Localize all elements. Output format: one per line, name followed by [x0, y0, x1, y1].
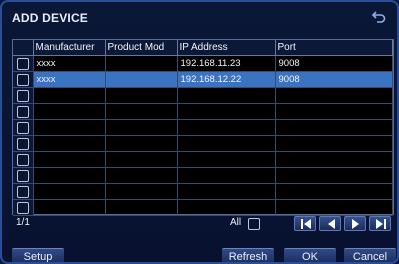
row-checkbox[interactable] [16, 201, 29, 214]
table-row[interactable] [13, 151, 393, 168]
row-checkbox[interactable] [16, 73, 29, 86]
row-checkbox[interactable] [16, 57, 29, 70]
ok-button[interactable]: OK [284, 248, 336, 262]
port-cell: 9008 [275, 71, 393, 88]
product-model-cell [105, 55, 178, 72]
select-all-checkbox[interactable] [248, 218, 260, 230]
return-icon[interactable] [371, 9, 387, 25]
cancel-button[interactable]: Cancel [344, 248, 396, 262]
table-header-row: Manufacturer Product Mod IP Address Port [13, 40, 393, 56]
row-checkbox[interactable] [16, 121, 29, 134]
product-model-cell [105, 71, 178, 88]
last-page-icon[interactable] [369, 216, 391, 231]
row-checkbox[interactable] [16, 153, 29, 166]
table-row[interactable] [13, 103, 393, 120]
prev-page-icon[interactable] [319, 216, 341, 231]
column-header-manufacturer[interactable]: Manufacturer [33, 40, 106, 56]
row-checkbox[interactable] [16, 185, 29, 198]
manufacturer-cell: xxxx [33, 55, 106, 72]
first-page-icon[interactable] [294, 216, 316, 231]
setup-button[interactable]: Setup [12, 248, 64, 262]
dialog-title: ADD DEVICE [12, 11, 89, 25]
device-table: Manufacturer Product Mod IP Address Port… [12, 39, 394, 216]
table-row[interactable] [13, 199, 393, 216]
column-header-product-model[interactable]: Product Mod [105, 40, 178, 56]
manufacturer-cell: xxxx [33, 71, 106, 88]
table-row[interactable] [13, 183, 393, 200]
column-header-ip-address[interactable]: IP Address [177, 40, 276, 56]
pagination-bar: 1/1 All [12, 216, 394, 232]
refresh-button[interactable]: Refresh [222, 248, 274, 262]
title-bar: ADD DEVICE [2, 2, 397, 34]
row-checkbox-cell [13, 71, 34, 88]
table-row[interactable] [13, 167, 393, 184]
table-row[interactable] [13, 119, 393, 136]
row-checkbox[interactable] [16, 169, 29, 182]
row-checkbox-cell [13, 55, 34, 72]
row-checkbox[interactable] [16, 105, 29, 118]
select-all-label: All [230, 217, 242, 228]
table-row[interactable]: xxxx 192.168.11.23 9008 [13, 55, 393, 72]
ip-address-cell: 192.168.11.23 [177, 55, 276, 72]
table-row-selected[interactable]: xxxx 192.168.12.22 9008 [13, 71, 393, 88]
ip-address-cell: 192.168.12.22 [177, 71, 276, 88]
checkbox-header [13, 40, 34, 56]
page-indicator: 1/1 [16, 217, 30, 228]
row-checkbox[interactable] [16, 89, 29, 102]
table-row[interactable] [13, 135, 393, 152]
table-row[interactable] [13, 87, 393, 104]
row-checkbox[interactable] [16, 137, 29, 150]
add-device-dialog: ADD DEVICE Manufacturer Product Mod IP A… [0, 0, 399, 264]
column-header-port[interactable]: Port [275, 40, 393, 56]
port-cell: 9008 [275, 55, 393, 72]
next-page-icon[interactable] [344, 216, 366, 231]
